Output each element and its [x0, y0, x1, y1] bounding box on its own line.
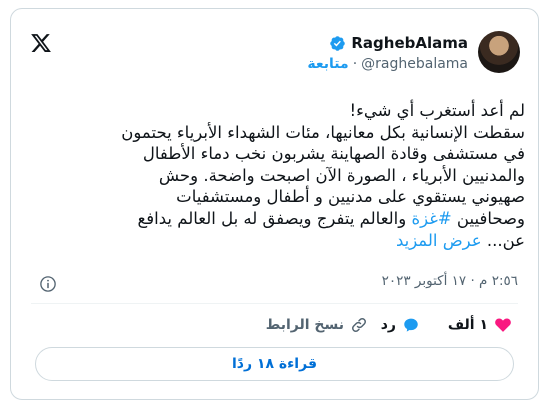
heart-icon: [495, 318, 511, 332]
tweet-line: لم أعد أستغرب أي شيء!: [349, 101, 525, 120]
timestamp[interactable]: ٢:٥٦ م · ١٧ أكتوبر ٢٠٢٣: [382, 273, 518, 289]
tweet-text-fragment: والعالم يتفرج ويصفق له بل العالم يدافع: [137, 208, 412, 228]
link-icon: [352, 318, 366, 332]
info-icon[interactable]: [39, 275, 57, 293]
author-header: RaghebAlama متابعة · @raghebalama: [307, 33, 468, 75]
tweet-text: لم أعد أستغرب أي شيء! سقطت الإنسانية بكل…: [31, 100, 525, 251]
verified-badge-icon: [330, 35, 346, 51]
handle-separator: ·: [352, 56, 358, 72]
reply-button[interactable]: رد: [381, 312, 420, 338]
tweet-line: صهيوني يستقوي على مدنيين و أطفال ومستشفي…: [176, 187, 525, 207]
tweet-text-fragment: وصحافيين: [451, 208, 525, 228]
show-more-link[interactable]: عرض المزيد: [396, 231, 482, 250]
tweet-line-last: عن... عرض المزيد: [31, 230, 525, 252]
tweet-line-hashtag: وصحافيين #غزة والعالم يتفرج ويصفق له بل …: [31, 208, 525, 230]
action-bar: ١ ألف رد نسخ الرابط: [31, 312, 518, 338]
author-handle[interactable]: @raghebalama: [361, 56, 468, 72]
copy-link-label: نسخ الرابط: [265, 317, 344, 333]
tweet-text-fragment: عن...: [481, 230, 525, 250]
tweet-line: سقطت الإنسانية بكل معانيها، مئات الشهداء…: [121, 122, 525, 142]
read-replies-label: قراءة ١٨ ردًا: [232, 356, 317, 372]
reply-label: رد: [380, 317, 396, 333]
reply-bubble-icon: [404, 318, 418, 332]
tweet-line: والمدنيين الأبرياء ، الصورة الآن اصبحت و…: [158, 165, 525, 185]
divider: [31, 303, 518, 304]
like-count: ١ ألف: [447, 317, 488, 333]
copy-link-button[interactable]: نسخ الرابط: [266, 312, 368, 338]
follow-button[interactable]: متابعة: [307, 56, 348, 72]
read-replies-button[interactable]: قراءة ١٨ ردًا: [35, 347, 514, 381]
hashtag-link[interactable]: #غزة: [411, 209, 451, 228]
tweet-embed-card: RaghebAlama متابعة · @raghebalama لم أعد…: [10, 8, 539, 400]
tweet-line: في مستشفى وقادة الصهاينة يشربون نخب دماء…: [142, 144, 525, 164]
like-button[interactable]: ١ ألف: [448, 312, 512, 338]
avatar[interactable]: [478, 31, 520, 73]
x-logo-icon[interactable]: [30, 32, 52, 54]
author-name[interactable]: RaghebAlama: [351, 34, 468, 52]
